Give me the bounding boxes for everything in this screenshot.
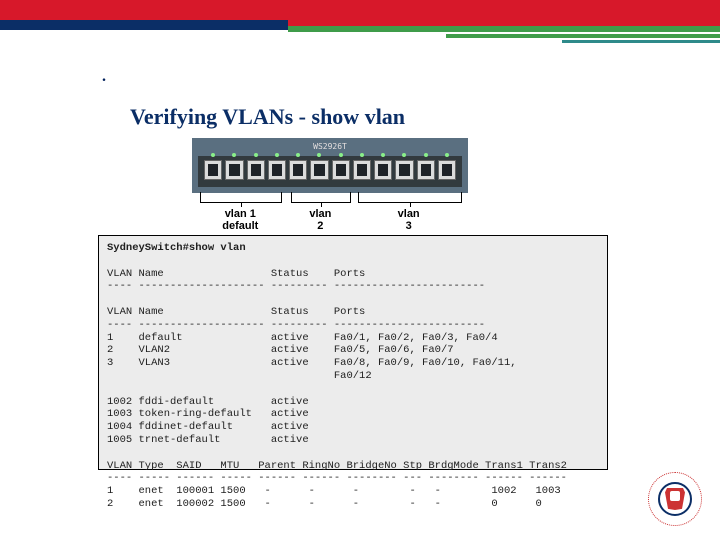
bullet-mark: . [102, 68, 106, 86]
switch-port-led [360, 153, 364, 157]
cli-vlan-rows: 1 default active Fa0/1, Fa0/2, Fa0/3, Fa… [107, 332, 517, 382]
switch-port-led [424, 153, 428, 157]
switch-illustration: WS2926T [192, 138, 468, 193]
cli-header: VLAN Name Status Ports [107, 268, 365, 280]
cli-system-vlan-rows: 1002 fddi-default active 1003 token-ring… [107, 396, 309, 446]
switch-port-led [211, 153, 215, 157]
cli-header-2: VLAN Name Status Ports [107, 306, 365, 318]
switch-port [247, 160, 265, 180]
switch-port-led [445, 153, 449, 157]
switch-port-panel [198, 156, 462, 187]
switch-port [225, 160, 243, 180]
banner-blue-stripe [0, 20, 288, 30]
banner-teal-stripe [562, 40, 720, 43]
switch-port [332, 160, 350, 180]
cli-type-rows: 1 enet 100001 1500 - - - - - 1002 1003 2… [107, 485, 561, 510]
banner-green-stripe-2 [446, 34, 720, 38]
switch-port [417, 160, 435, 180]
vlan-bracket [291, 192, 351, 203]
vlan-bracket [200, 192, 282, 203]
cli-output-box: SydneySwitch#show vlan VLAN Name Status … [98, 235, 608, 470]
switch-port-led [381, 153, 385, 157]
switch-port [395, 160, 413, 180]
switch-port [310, 160, 328, 180]
switch-port-led [232, 153, 236, 157]
switch-port [204, 160, 222, 180]
vlan-bracket-label: vlan 2 [291, 208, 349, 232]
switch-port-led [296, 153, 300, 157]
cli-command: show vlan [189, 242, 246, 254]
cli-prompt: SydneySwitch# [107, 242, 189, 254]
slide-title: Verifying VLANs - show vlan [130, 104, 405, 130]
switch-port [438, 160, 456, 180]
cli-dashes: ---- -------------------- --------- ----… [107, 280, 485, 292]
switch-port [353, 160, 371, 180]
cli-type-dashes: ---- ----- ------ ----- ------ ------ --… [107, 472, 567, 484]
switch-model-label: WS2926T [313, 142, 347, 151]
switch-port [289, 160, 307, 180]
switch-port-led [317, 153, 321, 157]
logo-inner-ring [658, 482, 692, 516]
switch-port [268, 160, 286, 180]
vlan-bracket-label: vlan 3 [358, 208, 460, 232]
switch-port-led [254, 153, 258, 157]
vlan-bracket [358, 192, 462, 203]
logo-shield-icon [665, 488, 685, 510]
cli-dashes-2: ---- -------------------- --------- ----… [107, 319, 485, 331]
cli-type-header: VLAN Type SAID MTU Parent RingNo BridgeN… [107, 460, 567, 472]
switch-port-led [339, 153, 343, 157]
banner-green-stripe-1 [288, 26, 720, 32]
switch-port [374, 160, 392, 180]
vlan-bracket-label: vlan 1 default [200, 208, 280, 232]
slide-top-banner [0, 0, 720, 38]
switch-port-led [275, 153, 279, 157]
switch-port-led [402, 153, 406, 157]
university-logo [648, 472, 702, 526]
